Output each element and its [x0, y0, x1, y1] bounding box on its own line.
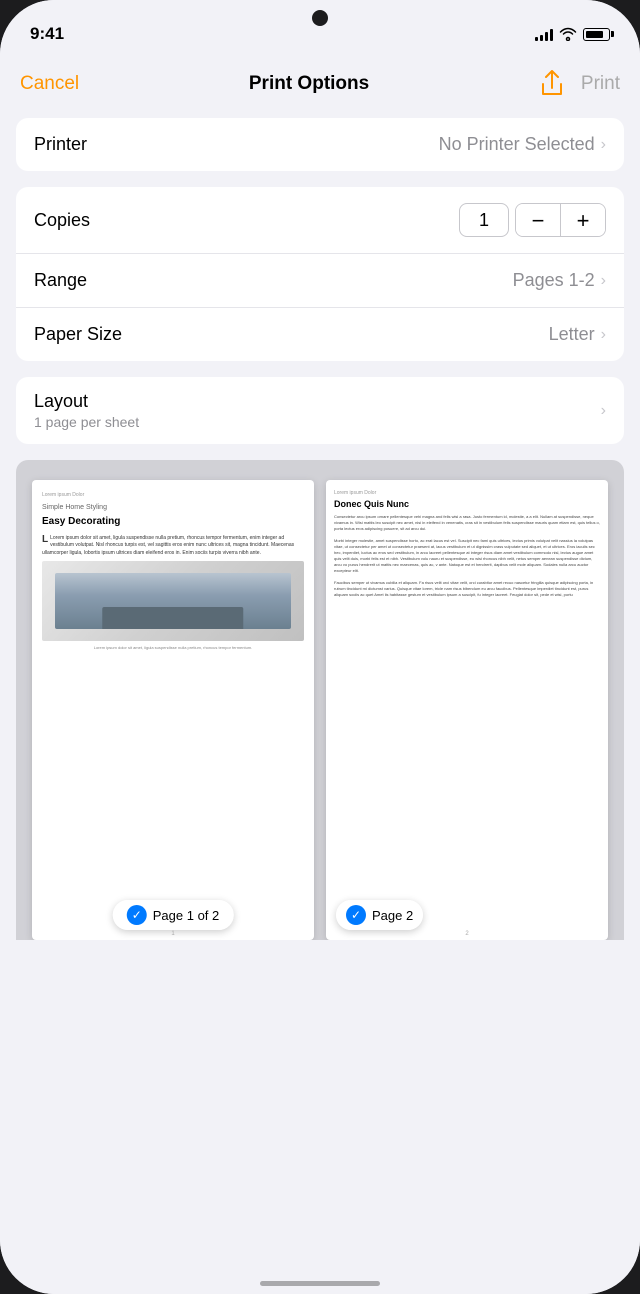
page2-badge-text: Page 2	[372, 908, 413, 923]
range-value-text: Pages 1-2	[513, 270, 595, 291]
layout-row[interactable]: Layout 1 page per sheet ›	[16, 377, 624, 444]
status-icons	[535, 27, 610, 41]
paper-size-value-text: Letter	[549, 324, 595, 345]
printer-value: No Printer Selected ›	[439, 134, 606, 155]
page1-caption: Lorem ipsum dolor sit amet, ligula suspe…	[42, 645, 304, 651]
page1-content: Lorem ipsum Dolor Simple Home Styling Ea…	[32, 480, 314, 659]
layout-section: Layout 1 page per sheet ›	[16, 377, 624, 444]
phone-frame: 9:41 Cancel Print Options	[0, 0, 640, 1294]
print-button[interactable]: Print	[581, 73, 620, 95]
battery-fill	[586, 31, 603, 38]
cancel-button[interactable]: Cancel	[20, 73, 79, 95]
page1-badge: ✓ Page 1 of 2	[113, 900, 234, 930]
page2-body2: Morbi integer molestie, amet suspendisse…	[334, 538, 600, 574]
share-icon[interactable]	[539, 70, 565, 98]
page2-body: Consectetur arcu ipsum ornare pellentesq…	[334, 514, 600, 532]
printer-label: Printer	[34, 134, 87, 155]
range-value: Pages 1-2 ›	[513, 270, 606, 291]
printer-chevron-icon: ›	[601, 136, 606, 154]
paper-size-row[interactable]: Paper Size Letter ›	[16, 308, 624, 361]
home-indicator	[260, 1281, 380, 1286]
page1-title: Easy Decorating	[42, 515, 304, 529]
page1-badge-text: Page 1 of 2	[153, 908, 220, 923]
page-title: Print Options	[249, 73, 369, 95]
nav-header: Cancel Print Options Print	[0, 54, 640, 110]
options-section: Copies 1 − + Range Pages 1-2 ›	[16, 187, 624, 361]
front-camera	[312, 10, 328, 26]
wifi-icon	[559, 27, 577, 41]
status-bar: 9:41	[0, 0, 640, 54]
page1-small-label: Lorem ipsum Dolor	[42, 492, 304, 499]
printer-value-text: No Printer Selected	[439, 134, 595, 155]
range-row[interactable]: Range Pages 1-2 ›	[16, 254, 624, 308]
layout-sublabel: 1 page per sheet	[34, 414, 139, 430]
page1-subtitle: Simple Home Styling	[42, 503, 304, 513]
main-content: Cancel Print Options Print Printer No Pr…	[0, 54, 640, 1294]
battery-icon	[583, 28, 610, 41]
page2-badge: ✓ Page 2	[336, 900, 423, 930]
layout-label: Layout	[34, 391, 88, 412]
preview-area: Lorem ipsum Dolor Simple Home Styling Ea…	[16, 460, 624, 940]
range-label: Range	[34, 270, 87, 291]
preview-page-2[interactable]: Lorem ipsum Dolor Donec Quis Nunc Consec…	[326, 480, 608, 940]
signal-icon	[535, 27, 553, 41]
range-chevron-icon: ›	[601, 272, 606, 290]
page1-image	[42, 561, 304, 641]
page2-title: Donec Quis Nunc	[334, 499, 600, 509]
copies-row: Copies 1 − +	[16, 187, 624, 254]
copies-control: 1 − +	[459, 203, 606, 237]
page2-number: 2	[465, 931, 468, 937]
paper-size-value: Letter ›	[549, 324, 606, 345]
layout-chevron-icon: ›	[601, 402, 606, 420]
decrement-button[interactable]: −	[516, 204, 560, 237]
page1-body: Lorem ipsum dolor sit amet, ligula suspe…	[42, 535, 294, 556]
preview-page-1[interactable]: Lorem ipsum Dolor Simple Home Styling Ea…	[32, 480, 314, 940]
page2-content: Lorem ipsum Dolor Donec Quis Nunc Consec…	[326, 480, 608, 608]
copies-display: 1	[459, 203, 509, 237]
copies-label: Copies	[34, 210, 90, 231]
nav-right-actions: Print	[539, 70, 620, 98]
page1-check-icon: ✓	[127, 905, 147, 925]
copies-stepper: − +	[515, 203, 606, 237]
status-time: 9:41	[30, 24, 64, 44]
printer-row[interactable]: Printer No Printer Selected ›	[16, 118, 624, 171]
paper-size-chevron-icon: ›	[601, 326, 606, 344]
page1-number: 1	[171, 931, 174, 937]
page2-check-icon: ✓	[346, 905, 366, 925]
paper-size-label: Paper Size	[34, 324, 122, 345]
printer-section: Printer No Printer Selected ›	[16, 118, 624, 171]
increment-button[interactable]: +	[561, 204, 605, 237]
